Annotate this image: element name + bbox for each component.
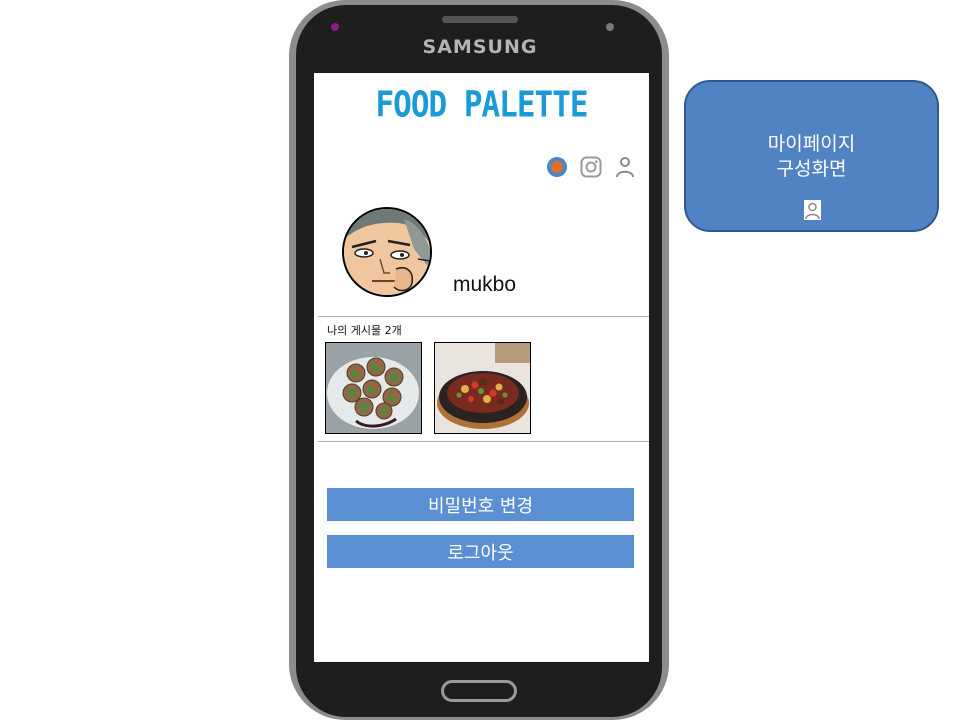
home-button[interactable]: [441, 680, 517, 702]
app-logo[interactable]: FOOD PALETTE: [314, 84, 649, 125]
divider-bottom: [318, 441, 649, 442]
callout-line-2: 구성화면: [776, 158, 847, 180]
post-thumbnail-1[interactable]: [325, 342, 422, 434]
stew-food-photo: [435, 343, 530, 433]
instagram-icon[interactable]: [580, 156, 602, 178]
stage: SAMSUNG FOOD PALETTE mukbo 나의 게시물 2개 비밀번…: [0, 0, 960, 720]
proximity-sensor: [606, 23, 614, 31]
posts-count-label: 나의 게시물 2개: [327, 324, 402, 337]
username: mukbo: [453, 273, 517, 296]
avatar[interactable]: [342, 207, 432, 297]
rolled-food-photo: [326, 343, 421, 433]
person-icon[interactable]: [614, 156, 636, 178]
profile-dot-icon[interactable]: [546, 156, 568, 178]
app-screen: FOOD PALETTE mukbo 나의 게시물 2개 비밀번호 변경 로그아…: [314, 73, 649, 662]
logout-button[interactable]: 로그아웃: [327, 535, 634, 568]
post-thumbnail-2[interactable]: [434, 342, 531, 434]
callout-box: 마이페이지 구성화면: [684, 80, 939, 232]
phone-speaker: [442, 16, 518, 23]
change-password-button[interactable]: 비밀번호 변경: [327, 488, 634, 521]
divider-top: [318, 316, 649, 317]
cartoon-face-avatar: [344, 209, 430, 295]
person-icon: [804, 200, 821, 220]
phone-brand: SAMSUNG: [422, 36, 538, 58]
header-icons: [546, 155, 636, 179]
callout-line-1: 마이페이지: [767, 133, 856, 155]
front-camera: [331, 23, 339, 31]
